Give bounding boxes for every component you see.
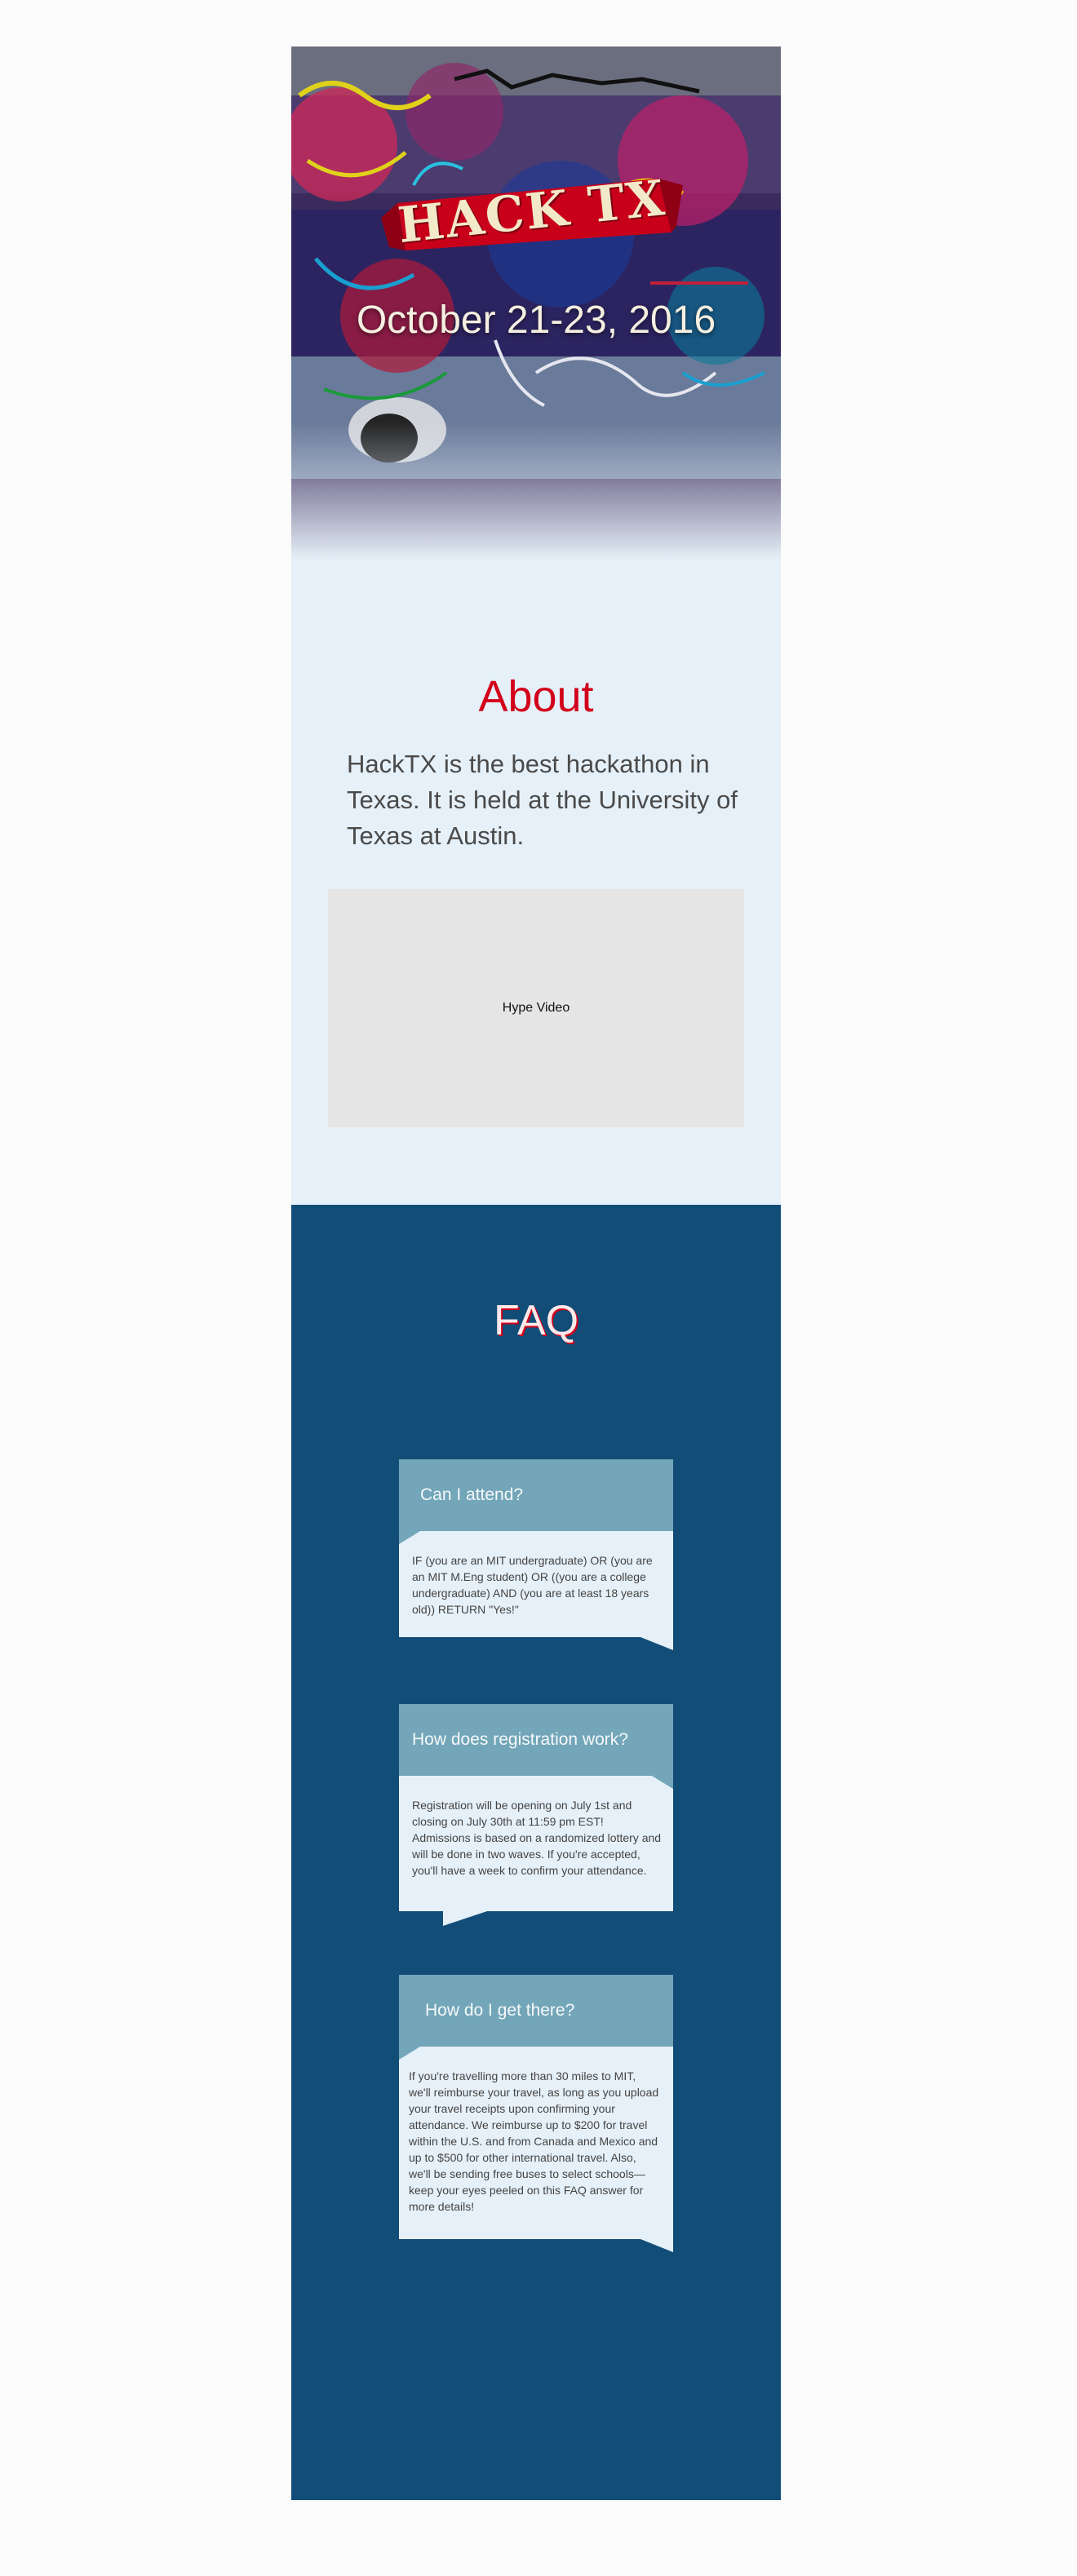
- hype-video-placeholder[interactable]: Hype Video: [328, 889, 744, 1127]
- faq-heading: FAQ: [493, 1297, 579, 1344]
- speech-tail: [443, 1911, 487, 1926]
- hero-fade: [291, 422, 781, 560]
- faq-question[interactable]: How do I get there?: [425, 2001, 574, 2021]
- faq-section: FAQ Can I attend? IF (you are an MIT und…: [291, 1205, 781, 2500]
- speech-notch: [652, 1776, 673, 1789]
- faq-item: How do I get there? If you're travelling…: [399, 1975, 673, 2252]
- speech-tail: [640, 2239, 673, 2252]
- faq-question-header[interactable]: How do I get there?: [399, 1975, 673, 2047]
- hype-video-label: Hype Video: [502, 1001, 570, 1015]
- speech-notch: [399, 1531, 420, 1544]
- speech-tail: [640, 1637, 673, 1650]
- faq-answer-text: IF (you are an MIT undergraduate) OR (yo…: [412, 1554, 653, 1616]
- about-section: About HackTX is the best hackathon in Te…: [291, 560, 781, 1205]
- faq-answer: IF (you are an MIT undergraduate) OR (yo…: [399, 1531, 673, 1650]
- page: HACK TX October 21-23, 2016 About HackTX…: [291, 46, 781, 2500]
- about-heading: About: [478, 672, 594, 721]
- speech-notch: [399, 2047, 420, 2060]
- faq-item: How does registration work? Registration…: [399, 1704, 673, 1926]
- faq-answer-text: Registration will be opening on July 1st…: [412, 1799, 662, 1877]
- faq-item: Can I attend? IF (you are an MIT undergr…: [399, 1459, 673, 1650]
- about-description: HackTX is the best hackathon in Texas. I…: [347, 750, 738, 850]
- hacktx-logo: HACK TX: [381, 169, 683, 267]
- faq-answer-text: If you're travelling more than 30 miles …: [409, 2069, 659, 2213]
- event-date: October 21-23, 2016: [356, 299, 716, 342]
- faq-question[interactable]: Can I attend?: [420, 1485, 523, 1505]
- faq-question[interactable]: How does registration work?: [412, 1730, 628, 1750]
- faq-answer: Registration will be opening on July 1st…: [399, 1776, 673, 1926]
- faq-question-header[interactable]: How does registration work?: [399, 1704, 673, 1776]
- hero-banner: HACK TX October 21-23, 2016: [291, 46, 781, 560]
- faq-answer: If you're travelling more than 30 miles …: [399, 2047, 673, 2252]
- faq-question-header[interactable]: Can I attend?: [399, 1459, 673, 1531]
